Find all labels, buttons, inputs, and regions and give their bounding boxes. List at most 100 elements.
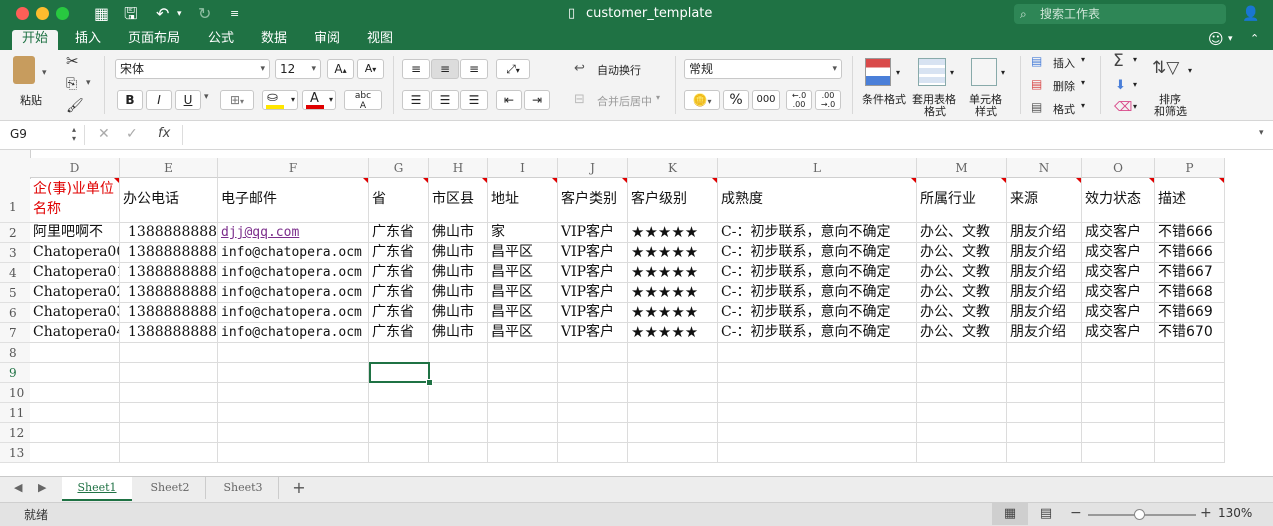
row-header-11[interactable]: 11	[0, 403, 30, 423]
row-header-8[interactable]: 8	[0, 343, 30, 363]
normal-view-button[interactable]: ▦	[992, 503, 1028, 525]
empty-cell[interactable]	[488, 383, 558, 403]
bold-button[interactable]: B	[117, 90, 143, 110]
table-cell[interactable]: 阿里吧啊不	[30, 223, 120, 243]
cancel-entry-icon[interactable]: ✕	[98, 126, 110, 142]
row-header-4[interactable]: 4	[0, 263, 30, 283]
format-as-table-button[interactable]: ▾ 套用表格 格式	[912, 56, 962, 118]
empty-cell[interactable]	[120, 363, 218, 383]
column-header-e[interactable]: E	[120, 158, 218, 178]
table-cell[interactable]: VIP客户	[558, 223, 628, 243]
table-cell[interactable]: 佛山市	[429, 263, 488, 283]
table-cell[interactable]: C-：初步联系，意向不确定	[718, 243, 917, 263]
table-cell[interactable]: 13888888888	[120, 223, 218, 243]
table-cell[interactable]: 朋友介绍	[1007, 243, 1082, 263]
column-header-g[interactable]: G	[369, 158, 429, 178]
minimize-window-button[interactable]	[36, 7, 49, 20]
table-cell[interactable]: ★★★★★	[628, 323, 718, 343]
table-cell[interactable]: C-：初步联系，意向不确定	[718, 283, 917, 303]
undo-dropdown-icon[interactable]: ▾	[177, 5, 182, 23]
column-header-d[interactable]: D	[30, 158, 120, 178]
row-header-5[interactable]: 5	[0, 283, 30, 303]
row-header-12[interactable]: 12	[0, 423, 30, 443]
redo-icon[interactable]: ↻	[198, 5, 211, 23]
delete-cells-icon[interactable]: ▤	[1031, 77, 1042, 91]
increase-font-size-button[interactable]: A▴	[327, 59, 354, 79]
empty-cell[interactable]	[1007, 343, 1082, 363]
table-cell[interactable]: 佛山市	[429, 283, 488, 303]
table-cell[interactable]: 佛山市	[429, 223, 488, 243]
font-name-select[interactable]: 宋体 ▾	[115, 59, 270, 79]
merge-center-button[interactable]: 合并后居中	[597, 93, 652, 109]
empty-cell[interactable]	[1007, 423, 1082, 443]
header-cell-e[interactable]: 办公电话	[120, 178, 218, 223]
empty-cell[interactable]	[917, 403, 1007, 423]
empty-cell[interactable]	[558, 423, 628, 443]
conditional-format-button[interactable]: ▾ 条件格式	[858, 56, 910, 118]
fill-color-button[interactable]: ⛀ ▾	[262, 90, 298, 110]
fill-down-icon[interactable]: ⬇	[1115, 78, 1126, 93]
row-header-6[interactable]: 6	[0, 303, 30, 323]
empty-cell[interactable]	[30, 403, 120, 423]
formula-input[interactable]	[182, 125, 1253, 145]
table-cell[interactable]: 佛山市	[429, 323, 488, 343]
header-cell-o[interactable]: 效力状态	[1082, 178, 1155, 223]
empty-cell[interactable]	[488, 403, 558, 423]
select-all-corner[interactable]	[0, 150, 31, 179]
tab-page-layout[interactable]: 页面布局	[128, 30, 180, 50]
table-cell[interactable]: ★★★★★	[628, 223, 718, 243]
table-cell[interactable]: Chatopera02	[30, 283, 120, 303]
email-link-cell[interactable]: djj@qq.com	[218, 223, 369, 243]
empty-cell[interactable]	[429, 443, 488, 463]
table-cell[interactable]: 佛山市	[429, 303, 488, 323]
add-user-icon[interactable]: 👤	[1242, 5, 1259, 23]
empty-cell[interactable]	[488, 443, 558, 463]
decrease-font-size-button[interactable]: A▾	[357, 59, 384, 79]
align-right-button[interactable]: ☰	[460, 90, 488, 110]
table-cell[interactable]: 广东省	[369, 283, 429, 303]
table-cell[interactable]: 不错666	[1155, 223, 1225, 243]
page-layout-view-button[interactable]: ▤	[1036, 503, 1056, 525]
active-cell-g9[interactable]	[369, 362, 430, 383]
insert-cells-button[interactable]: 插入	[1053, 55, 1075, 71]
smiley-icon[interactable]: ☺	[1208, 30, 1224, 50]
empty-cell[interactable]	[30, 363, 120, 383]
empty-cell[interactable]	[218, 343, 369, 363]
zoom-level[interactable]: 130%	[1218, 506, 1252, 520]
empty-cell[interactable]	[628, 343, 718, 363]
empty-cell[interactable]	[628, 403, 718, 423]
table-cell[interactable]: Chatopera00	[30, 243, 120, 263]
table-cell[interactable]: C-：初步联系，意向不确定	[718, 223, 917, 243]
empty-cell[interactable]	[369, 343, 429, 363]
tab-insert[interactable]: 插入	[75, 30, 101, 50]
table-cell[interactable]: 广东省	[369, 263, 429, 283]
empty-cell[interactable]	[30, 443, 120, 463]
empty-cell[interactable]	[1007, 363, 1082, 383]
empty-cell[interactable]	[369, 443, 429, 463]
save-icon[interactable]: 🖫	[124, 5, 138, 23]
table-cell[interactable]: 13888888881	[120, 243, 218, 263]
table-cell[interactable]: C-：初步联系，意向不确定	[718, 303, 917, 323]
wrap-text-button[interactable]: 自动换行	[597, 62, 641, 78]
table-cell[interactable]: info@chatopera.ocm	[218, 283, 369, 303]
empty-cell[interactable]	[1155, 383, 1225, 403]
font-size-select[interactable]: 12 ▾	[275, 59, 321, 79]
empty-cell[interactable]	[1155, 403, 1225, 423]
table-cell[interactable]: 昌平区	[488, 243, 558, 263]
align-bottom-button[interactable]: ≡	[460, 59, 488, 79]
header-cell-n[interactable]: 来源	[1007, 178, 1082, 223]
table-cell[interactable]: 不错669	[1155, 303, 1225, 323]
table-cell[interactable]: 13888888883	[120, 283, 218, 303]
align-center-button[interactable]: ☰	[431, 90, 459, 110]
font-color-button[interactable]: A ▾	[302, 90, 336, 110]
empty-cell[interactable]	[488, 423, 558, 443]
table-cell[interactable]: 成交客户	[1082, 263, 1155, 283]
empty-cell[interactable]	[1082, 343, 1155, 363]
tab-formulas[interactable]: 公式	[208, 30, 234, 50]
table-cell[interactable]: 办公、文教	[917, 323, 1007, 343]
empty-cell[interactable]	[1082, 403, 1155, 423]
table-cell[interactable]: 广东省	[369, 223, 429, 243]
table-cell[interactable]: ★★★★★	[628, 303, 718, 323]
table-cell[interactable]: 不错670	[1155, 323, 1225, 343]
empty-cell[interactable]	[718, 423, 917, 443]
